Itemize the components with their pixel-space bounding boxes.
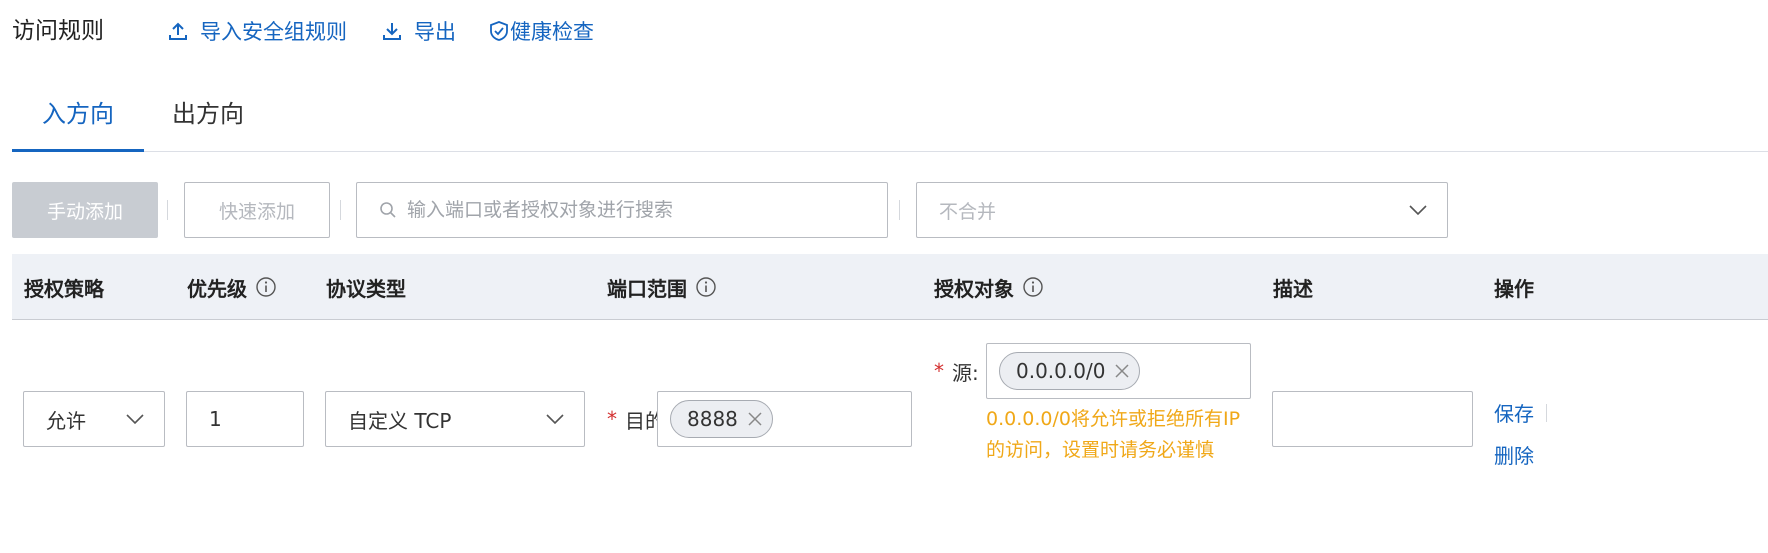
shield-check-icon <box>490 21 508 41</box>
search-input[interactable] <box>407 199 857 221</box>
priority-input[interactable]: 1 <box>186 391 304 447</box>
close-icon[interactable] <box>1115 364 1129 378</box>
chevron-down-icon <box>126 414 144 425</box>
source-tag: 0.0.0.0/0 <box>999 352 1141 390</box>
column-header-description: 描述 <box>1273 254 1313 320</box>
manual-add-button[interactable]: 手动添加 <box>12 182 158 238</box>
column-header-actions: 操作 <box>1494 254 1534 320</box>
health-check-label: 健康检查 <box>510 20 594 44</box>
protocol-select[interactable]: 自定义 TCP <box>325 391 585 447</box>
active-tab-indicator <box>12 149 144 152</box>
download-icon <box>383 23 401 40</box>
source-label-text: 源: <box>952 360 979 385</box>
column-label: 授权策略 <box>24 276 104 301</box>
merge-select[interactable]: 不合并 <box>916 182 1448 238</box>
search-field[interactable] <box>356 182 888 238</box>
port-range-input[interactable]: 8888 <box>657 391 912 447</box>
search-icon <box>380 202 396 218</box>
export-button[interactable]: 导出 <box>382 14 456 48</box>
info-icon[interactable] <box>1022 276 1044 298</box>
source-input[interactable]: 0.0.0.0/0 <box>986 343 1251 399</box>
import-rules-button[interactable]: 导入安全组规则 <box>168 14 347 48</box>
column-label: 授权对象 <box>934 276 1014 301</box>
column-header-auth-object: 授权对象 <box>934 254 1044 320</box>
source-label: * 源: <box>934 343 979 399</box>
tab-inbound[interactable]: 入方向 <box>42 94 114 134</box>
column-label: 协议类型 <box>326 276 406 301</box>
column-label: 优先级 <box>187 276 247 301</box>
import-rules-label: 导入安全组规则 <box>200 20 347 44</box>
column-label: 操作 <box>1494 276 1534 301</box>
policy-select[interactable]: 允许 <box>23 391 165 447</box>
toolbar-separator <box>340 200 341 220</box>
upload-icon <box>169 22 187 40</box>
info-icon[interactable] <box>255 276 277 298</box>
toolbar-separator <box>899 200 900 220</box>
port-tag: 8888 <box>670 400 773 438</box>
action-separator <box>1546 404 1547 422</box>
required-marker: * <box>607 407 617 431</box>
required-marker: * <box>934 359 944 383</box>
priority-value: 1 <box>209 407 222 431</box>
column-header-port-range: 端口范围 <box>607 254 717 320</box>
column-label: 端口范围 <box>607 276 687 301</box>
port-tag-label: 8888 <box>687 407 738 431</box>
column-header-policy: 授权策略 <box>24 254 104 320</box>
delete-link[interactable]: 删除 <box>1494 440 1534 469</box>
column-header-protocol: 协议类型 <box>326 254 406 320</box>
tab-outbound[interactable]: 出方向 <box>172 94 244 134</box>
export-label: 导出 <box>414 20 456 44</box>
save-link[interactable]: 保存 <box>1494 398 1534 427</box>
column-label: 描述 <box>1273 276 1313 301</box>
info-icon[interactable] <box>695 276 717 298</box>
health-check-button[interactable]: 健康检查 <box>488 14 594 48</box>
merge-select-value: 不合并 <box>939 200 997 223</box>
page-title: 访问规则 <box>12 18 104 44</box>
chevron-down-icon <box>546 414 564 425</box>
tabs-divider <box>12 151 1768 152</box>
policy-value: 允许 <box>46 408 86 433</box>
quick-add-button[interactable]: 快速添加 <box>184 182 330 238</box>
source-warning: 0.0.0.0/0将允许或拒绝所有IP的访问，设置时请务必谨慎 <box>986 408 1241 461</box>
close-icon[interactable] <box>748 412 762 426</box>
chevron-down-icon <box>1409 205 1427 216</box>
source-tag-label: 0.0.0.0/0 <box>1016 359 1106 383</box>
column-header-priority: 优先级 <box>187 254 277 320</box>
protocol-value: 自定义 TCP <box>348 408 452 433</box>
toolbar-separator <box>167 200 168 220</box>
description-input[interactable] <box>1272 391 1473 447</box>
